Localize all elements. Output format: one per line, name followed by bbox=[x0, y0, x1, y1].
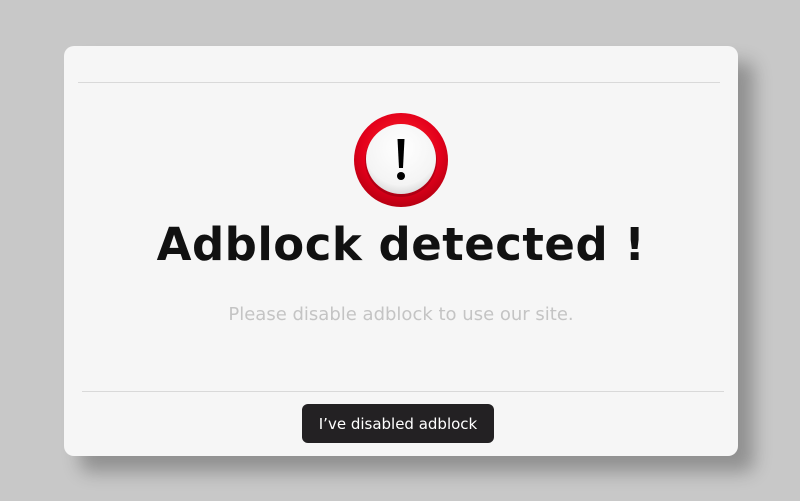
disabled-adblock-button[interactable]: I’ve disabled adblock bbox=[302, 404, 494, 443]
bottom-divider bbox=[82, 391, 724, 392]
modal-title: Adblock detected ! bbox=[156, 218, 646, 271]
modal-message: Please disable adblock to use our site. bbox=[228, 304, 574, 325]
exclamation-alert-icon bbox=[354, 113, 448, 207]
top-divider bbox=[78, 82, 720, 83]
adblock-modal: Adblock detected ! Please disable adbloc… bbox=[64, 46, 738, 456]
